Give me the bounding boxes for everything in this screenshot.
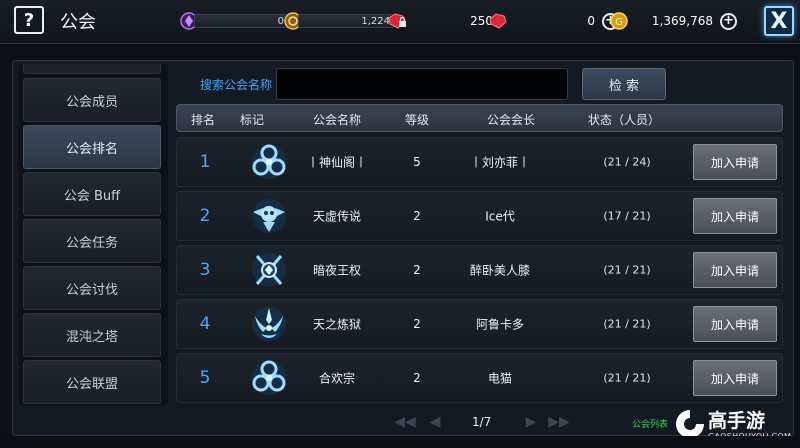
sidebar-item-buff[interactable]: 公会 Buff — [23, 172, 161, 216]
column-header-leader: 公会会长 — [486, 113, 536, 127]
search-button[interactable]: 检 索 — [582, 68, 666, 100]
svg-text:G: G — [615, 17, 623, 28]
locked-ruby-value: 250 — [470, 14, 493, 28]
prev-page-icon[interactable]: ◀ — [428, 414, 442, 430]
guild-leader: 丨刘亦菲丨 — [469, 155, 531, 170]
top-bar: ? 公会 0 1,224 250 0 + — [0, 0, 800, 44]
sidebar: 公会成员 公会排名 公会 Buff 公会任务 公会讨伐 混沌之塔 公会联盟 — [18, 64, 168, 406]
resource-gold-medal: 1,224 — [284, 11, 394, 31]
sidebar-item-tasks[interactable]: 公会任务 — [23, 219, 161, 263]
table-row: 3 暗夜王权 2 醉卧美人膝 (21 / 21) 加入申请 — [176, 245, 783, 295]
sidebar-item-chaos-tower[interactable]: 混沌之塔 — [23, 313, 161, 357]
search-input[interactable] — [276, 68, 568, 100]
join-request-button[interactable]: 加入申请 — [693, 306, 777, 342]
ruby-value: 0 — [587, 14, 595, 28]
guild-level: 2 — [413, 263, 421, 277]
rank-number: 2 — [199, 206, 211, 226]
page-title: 公会 — [60, 12, 96, 33]
guild-leader: 阿鲁卡多 — [475, 317, 525, 332]
guild-leader: Ice代 — [485, 209, 515, 224]
member-status: (21 / 21) — [603, 317, 651, 331]
table-row: 2 天虚传说 2 Ice代 (17 / 21) 加入申请 — [176, 191, 783, 241]
resource-gold-coin: G 1,369,768 + — [610, 11, 737, 31]
guild-leader: 醉卧美人膝 — [469, 263, 531, 278]
join-request-button[interactable]: 加入申请 — [693, 360, 777, 396]
rank-number: 3 — [199, 260, 211, 280]
member-status: (21 / 21) — [603, 263, 651, 277]
crossed-swords-emblem-icon — [252, 253, 286, 287]
guild-leader: 电猫 — [487, 371, 513, 386]
join-request-button[interactable]: 加入申请 — [693, 144, 777, 180]
sidebar-item-alliance[interactable]: 公会联盟 — [23, 360, 161, 404]
page-indicator: 1/7 — [472, 415, 492, 429]
column-header-emblem: 标记 — [239, 113, 265, 127]
help-button[interactable]: ? — [14, 6, 44, 34]
rank-number: 1 — [199, 152, 211, 172]
winged-skull-emblem-icon — [252, 199, 286, 233]
member-status: (21 / 24) — [603, 155, 651, 169]
purple-gem-value: 0 — [194, 14, 288, 28]
column-header-guild-name: 公会名称 — [312, 113, 362, 127]
gold-coin-value: 1,369,768 — [651, 14, 713, 28]
resource-ruby: 0 + — [488, 11, 619, 31]
sidebar-item-crusade[interactable]: 公会讨伐 — [23, 266, 161, 310]
next-page-icon[interactable]: ▶ — [524, 414, 538, 430]
guild-name: 合欢宗 — [318, 371, 356, 386]
gold-medal-value: 1,224 — [298, 14, 394, 28]
rank-number: 4 — [199, 314, 211, 334]
sidebar-item-members[interactable]: 公会成员 — [23, 78, 161, 122]
join-request-button[interactable]: 加入申请 — [693, 252, 777, 288]
member-status: (21 / 21) — [603, 371, 651, 385]
resource-purple-gem: 0 — [180, 11, 288, 31]
resource-locked-ruby: 250 — [386, 11, 496, 31]
guild-name: 暗夜王权 — [312, 263, 362, 278]
table-row: 5 合欢宗 2 电猫 (21 / 21) 加入申请 — [176, 353, 783, 403]
guild-name: 丨神仙阁丨 — [306, 155, 368, 170]
sidebar-scroll-edge — [23, 64, 161, 74]
triskelion-emblem-icon — [252, 144, 286, 179]
close-button[interactable]: X — [764, 6, 794, 36]
guild-level: 2 — [413, 317, 421, 331]
list-footer-note: 公会列表 — [632, 420, 669, 430]
table-row: 4 天之炼狱 2 阿鲁卡多 (21 / 21) 加入申请 — [176, 299, 783, 349]
column-header-status: 状态（人员） — [587, 113, 661, 127]
sidebar-item-ranking[interactable]: 公会排名 — [23, 125, 161, 169]
member-status: (17 / 21) — [603, 209, 651, 223]
rank-number: 5 — [199, 368, 211, 388]
column-header-rank: 排名 — [190, 113, 216, 127]
add-gold-button[interactable]: + — [720, 12, 737, 30]
bottom-strip — [0, 436, 800, 448]
guild-name: 天虚传说 — [312, 209, 362, 224]
column-header-level: 等级 — [404, 113, 430, 127]
watermark-text: 高手游 — [708, 410, 766, 432]
search-label: 搜索公会名称 — [200, 78, 273, 92]
guild-level: 2 — [413, 371, 421, 385]
guild-level: 5 — [413, 155, 421, 169]
first-page-icon[interactable]: ◀◀ — [394, 414, 416, 430]
table-row: 1 丨神仙阁丨 5 丨刘亦菲丨 (21 / 24) 加入申请 — [176, 137, 783, 187]
last-page-icon[interactable]: ▶▶ — [548, 414, 570, 430]
guild-name: 天之炼狱 — [312, 317, 362, 332]
feather-crown-emblem-icon — [252, 307, 286, 341]
guild-level: 2 — [413, 209, 421, 223]
join-request-button[interactable]: 加入申请 — [693, 198, 777, 234]
triskelion-emblem-icon — [252, 360, 286, 395]
table-header: 排名 标记 公会名称 等级 公会会长 状态（人员） — [176, 104, 783, 132]
